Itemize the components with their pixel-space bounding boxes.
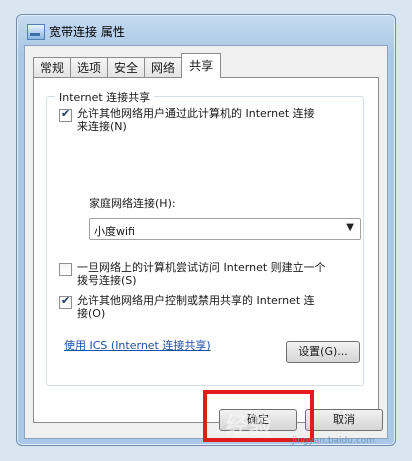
group-title: Internet 连接共享 — [55, 89, 155, 105]
home-network-label: 家庭网络连接(H): — [89, 197, 176, 210]
allow-control-label-1[interactable]: 允许其他网络用户控制或禁用共享的 Internet 连 — [77, 294, 315, 307]
dial-on-demand-label-2[interactable]: 拨号连接(S) — [77, 274, 137, 287]
tab-options[interactable]: 选项 — [70, 57, 109, 78]
tab-security[interactable]: 安全 — [107, 57, 146, 78]
watermark-text: 经验 — [226, 414, 273, 439]
window-title: 宽带连接 属性 — [49, 25, 125, 39]
dialog-client: 常规 选项 安全 网络 共享 Internet 连接共享 允许其他网络用户通过此… — [24, 45, 388, 439]
watermark-url: jingyan.baidu.com — [292, 436, 376, 446]
allow-sharing-label-1[interactable]: 允许其他网络用户通过此计算机的 Internet 连接 — [77, 107, 315, 120]
allow-control-label-2[interactable]: 接(O) — [77, 307, 105, 320]
dial-on-demand-checkbox[interactable] — [59, 263, 72, 276]
cancel-button[interactable]: 取消 — [305, 409, 383, 431]
allow-sharing-checkbox[interactable] — [59, 107, 72, 122]
allow-control-checkbox[interactable] — [59, 294, 72, 309]
title-bar[interactable]: 宽带连接 属性 — [17, 15, 395, 45]
allow-sharing-label-2[interactable]: 来连接(N) — [77, 120, 127, 133]
properties-window: 宽带连接 属性 常规 选项 安全 网络 共享 Internet 连接共享 允许其… — [16, 14, 396, 446]
settings-button[interactable]: 设置(G)... — [286, 341, 360, 363]
dial-on-demand-label-1[interactable]: 一旦网络上的计算机尝试访问 Internet 则建立一个 — [77, 261, 326, 274]
chevron-down-icon: ▼ — [346, 222, 354, 233]
tab-general[interactable]: 常规 — [33, 57, 72, 78]
tab-networking[interactable]: 网络 — [144, 57, 183, 78]
ics-help-link[interactable]: 使用 ICS (Internet 连接共享) — [64, 337, 211, 353]
home-network-select[interactable]: 小度wifi ▼ — [89, 218, 361, 240]
network-connection-icon — [27, 24, 45, 40]
home-network-value: 小度wifi — [94, 225, 135, 238]
tab-sharing[interactable]: 共享 — [181, 53, 222, 78]
sharing-panel: Internet 连接共享 允许其他网络用户通过此计算机的 Internet 连… — [33, 77, 379, 423]
tab-strip: 常规 选项 安全 网络 共享 — [33, 53, 222, 78]
